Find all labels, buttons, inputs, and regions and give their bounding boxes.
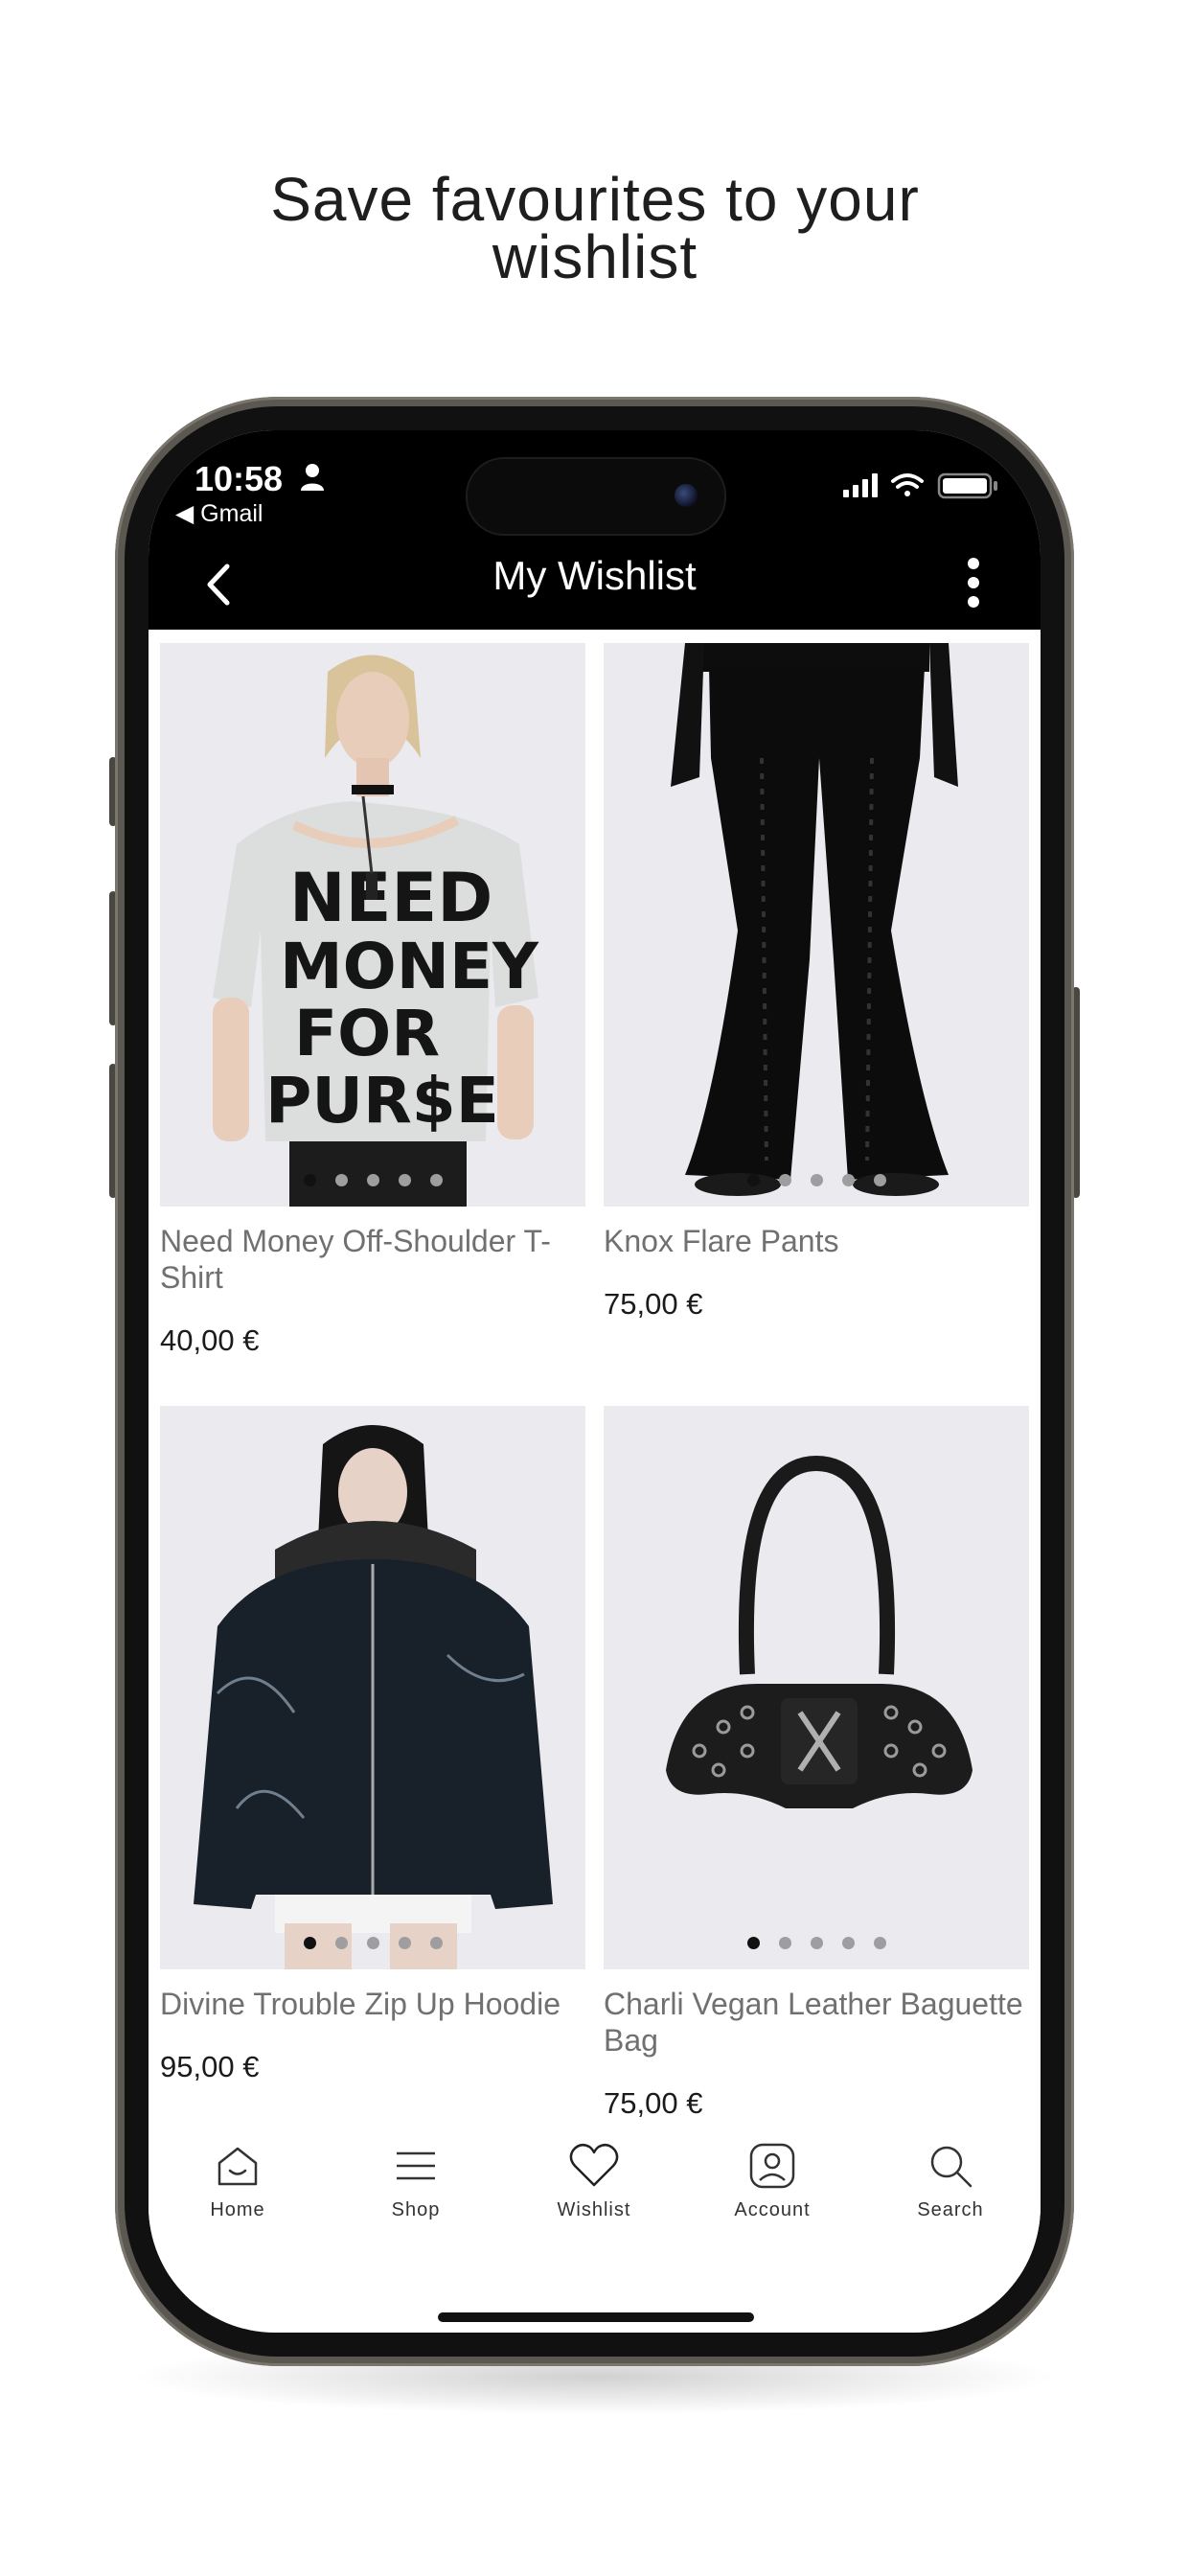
pagination-dot[interactable] [398, 1174, 411, 1186]
pagination-dot[interactable] [429, 1174, 443, 1186]
marketing-headline: Save favourites to your wishlist [0, 165, 1190, 291]
product-card[interactable]: Knox Flare Pants 75,00 € [604, 643, 1029, 1371]
account-icon [749, 2143, 795, 2189]
tshirt-model-image: NEED MONEY FOR PUR$E [160, 643, 585, 1207]
pagination-dot[interactable] [366, 1174, 379, 1186]
product-image[interactable] [160, 1406, 585, 1969]
svg-text:FOR: FOR [294, 997, 440, 1070]
pagination-dot[interactable] [873, 1937, 886, 1949]
baguette-bag-image [604, 1406, 1029, 1969]
product-name[interactable]: Need Money Off-Shoulder T-Shirt [160, 1223, 585, 1296]
menu-icon [397, 2151, 435, 2180]
pagination-dot[interactable] [810, 1174, 823, 1186]
status-time: 10:58 [195, 459, 284, 498]
image-pagination-dots [604, 1937, 1029, 1952]
home-indicator[interactable] [438, 2312, 754, 2322]
pagination-dot[interactable] [841, 1937, 855, 1949]
pagination-dot[interactable] [429, 1937, 443, 1949]
svg-text:NEED: NEED [289, 859, 492, 937]
wifi-icon [891, 473, 924, 496]
person-icon [301, 464, 324, 491]
pagination-dot[interactable] [778, 1937, 791, 1949]
headline-line-1: Save favourites to your [270, 165, 920, 234]
phone-screen: 10:58 ◀ Gmail My Wishlist NEED MONEY FOR… [149, 430, 1041, 2333]
svg-text:PUR$E: PUR$E [265, 1064, 499, 1138]
tab-label: Shop [391, 2199, 441, 2220]
tab-label: Search [917, 2199, 984, 2220]
pagination-dot[interactable] [810, 1937, 823, 1949]
product-name[interactable]: Charli Vegan Leather Baguette Bag [604, 1986, 1029, 2058]
headline-line-2: wishlist [492, 222, 698, 291]
product-image[interactable]: NEED MONEY FOR PUR$E [160, 643, 585, 1207]
tab-account[interactable]: Account [683, 2142, 861, 2221]
tab-shop[interactable]: Shop [327, 2142, 505, 2221]
product-price: 75,00 € [604, 2086, 703, 2120]
product-card[interactable]: Divine Trouble Zip Up Hoodie 95,00 € [160, 1406, 585, 2134]
signal-icon [843, 473, 878, 497]
pagination-dot[interactable] [746, 1174, 760, 1186]
dynamic-island [466, 457, 726, 536]
back-to-gmail-link[interactable]: ◀ Gmail [175, 499, 263, 528]
heart-icon [569, 2143, 619, 2187]
pagination-dot[interactable] [334, 1174, 348, 1186]
product-card[interactable]: NEED MONEY FOR PUR$E Need Money Off-Shou… [160, 643, 585, 1371]
tab-wishlist[interactable]: Wishlist [505, 2142, 683, 2221]
home-icon [217, 2147, 258, 2186]
zip-hoodie-model-image [160, 1406, 585, 1969]
product-price: 95,00 € [160, 2050, 260, 2083]
bottom-tab-bar: Home Shop Wishlist Account Search [149, 2142, 1041, 2276]
product-name[interactable]: Divine Trouble Zip Up Hoodie [160, 1986, 585, 2022]
search-icon [930, 2146, 973, 2188]
pagination-dot[interactable] [873, 1174, 886, 1186]
tab-label: Wishlist [557, 2199, 631, 2220]
pagination-dot[interactable] [334, 1937, 348, 1949]
image-pagination-dots [604, 1174, 1029, 1189]
battery-icon [937, 472, 997, 499]
camera-icon [675, 484, 698, 507]
page-title: My Wishlist [492, 553, 697, 598]
pagination-dot[interactable] [841, 1174, 855, 1186]
product-card[interactable]: Charli Vegan Leather Baguette Bag 75,00 … [604, 1406, 1029, 2134]
tab-label: Home [210, 2199, 265, 2220]
product-name[interactable]: Knox Flare Pants [604, 1223, 1029, 1259]
pagination-dot[interactable] [778, 1174, 791, 1186]
product-image[interactable] [604, 643, 1029, 1207]
pagination-dot[interactable] [303, 1174, 316, 1186]
more-vertical-icon[interactable] [966, 557, 981, 609]
pagination-dot[interactable] [366, 1937, 379, 1949]
svg-text:MONEY: MONEY [280, 930, 539, 1003]
product-price: 40,00 € [160, 1323, 260, 1357]
tab-label: Account [734, 2199, 811, 2220]
image-pagination-dots [160, 1937, 585, 1952]
flare-pants-image [604, 643, 1029, 1207]
pagination-dot[interactable] [398, 1937, 411, 1949]
product-image[interactable] [604, 1406, 1029, 1969]
tab-search[interactable]: Search [861, 2142, 1040, 2221]
status-icons [843, 472, 997, 499]
app-header: 10:58 ◀ Gmail My Wishlist [149, 430, 1041, 630]
pagination-dot[interactable] [746, 1937, 760, 1949]
image-pagination-dots [160, 1174, 585, 1189]
product-price: 75,00 € [604, 1287, 703, 1321]
tab-home[interactable]: Home [149, 2142, 327, 2221]
pagination-dot[interactable] [303, 1937, 316, 1949]
